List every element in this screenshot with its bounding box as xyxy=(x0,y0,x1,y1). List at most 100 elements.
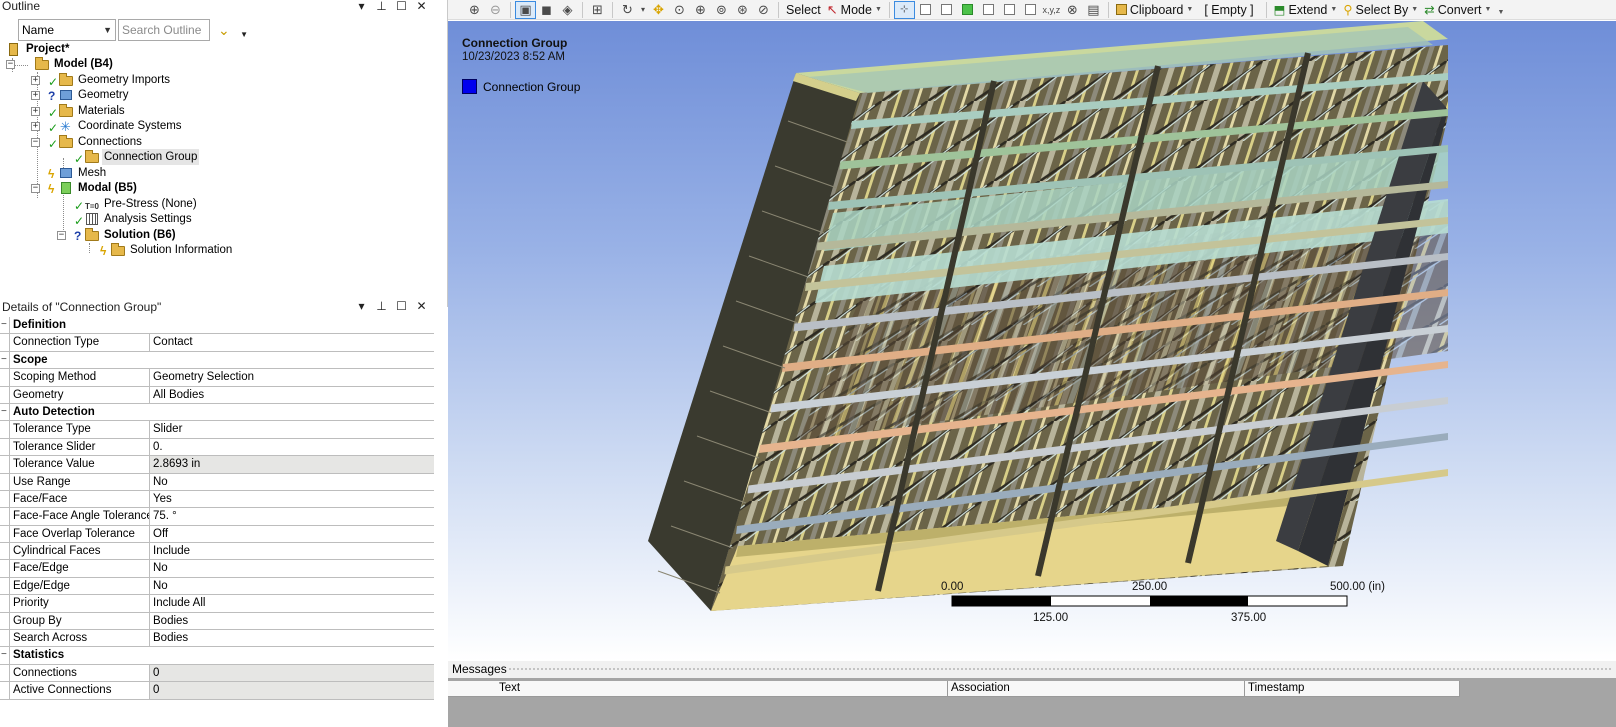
column-header-association[interactable]: Association xyxy=(948,681,1245,697)
filter-options-button[interactable]: ⌄ ▼ xyxy=(212,19,248,41)
details-property-row[interactable]: Face Overlap Tolerance Off xyxy=(0,525,434,544)
zoom-previous-icon[interactable]: ⊘ xyxy=(753,1,774,19)
zoom-fit-icon[interactable]: ⊚ xyxy=(711,1,732,19)
tree-item-model[interactable]: Model (B4) xyxy=(34,56,115,72)
tree-item-materials[interactable]: ✓ Materials xyxy=(48,103,127,120)
property-value[interactable]: 75. ° xyxy=(150,508,434,524)
select-face-icon[interactable] xyxy=(936,1,957,19)
collapse-icon[interactable]: − xyxy=(1,650,8,660)
select-mesh-element-icon[interactable] xyxy=(999,1,1020,19)
tree-item-solution[interactable]: ? Solution (B6) xyxy=(74,227,178,243)
tree-item-project[interactable]: Project* xyxy=(6,41,71,57)
details-property-row[interactable]: Edge/Edge No xyxy=(0,577,434,596)
details-property-row[interactable]: Search Across Bodies xyxy=(0,630,434,648)
property-value[interactable]: 0. xyxy=(150,439,434,455)
select-loop-icon[interactable]: ⊗ xyxy=(1062,1,1083,19)
maximize-icon[interactable]: ☐ xyxy=(396,300,407,313)
details-section-header[interactable]: − Definition xyxy=(0,317,434,335)
graphics-viewport[interactable]: Connection Group 10/23/2023 8:52 AM Conn… xyxy=(448,21,1616,661)
select-mesh-node-icon[interactable] xyxy=(978,1,999,19)
collapse-icon[interactable]: − xyxy=(31,138,40,147)
collapse-icon[interactable]: − xyxy=(1,354,8,364)
expand-icon[interactable]: + xyxy=(31,91,40,100)
collapse-icon[interactable]: − xyxy=(6,60,15,69)
details-property-row[interactable]: Connections 0 xyxy=(0,664,434,683)
select-edge-icon[interactable] xyxy=(915,1,936,19)
zoom-box-icon[interactable]: ⊖ xyxy=(485,1,506,19)
select-body-icon[interactable] xyxy=(957,1,978,19)
details-property-row[interactable]: Active Connections 0 xyxy=(0,682,434,700)
tree-item-coordinate-systems[interactable]: ✓ ✳ Coordinate Systems xyxy=(48,118,184,135)
details-section-header[interactable]: − Auto Detection xyxy=(0,403,434,422)
property-value[interactable]: No xyxy=(150,474,434,490)
shaded-view-icon[interactable]: ◼ xyxy=(536,1,557,19)
details-section-header[interactable]: − Statistics xyxy=(0,647,434,665)
details-property-row[interactable]: Tolerance Value 2.8693 in xyxy=(0,456,434,474)
zoom-in-icon[interactable]: ⊕ xyxy=(690,1,711,19)
property-value[interactable]: Off xyxy=(150,526,434,542)
model-3d-view[interactable] xyxy=(448,21,1616,661)
tree-item-mesh[interactable]: ϟ Mesh xyxy=(48,165,108,181)
wireframe-icon[interactable]: ◈ xyxy=(557,1,578,19)
display-mode-icon[interactable]: ⊞ xyxy=(587,1,608,19)
tree-item-connection-group[interactable]: ✓ Connection Group xyxy=(74,149,200,166)
solid-view-icon[interactable]: ▣ xyxy=(515,0,536,19)
zoom-out-icon[interactable]: ⊕ xyxy=(464,1,485,19)
pin-icon[interactable]: ⊥ xyxy=(376,300,387,313)
pin-icon[interactable]: ⊥ xyxy=(376,0,387,13)
property-value[interactable]: Yes xyxy=(150,491,434,507)
details-property-row[interactable]: Cylindrical Faces Include xyxy=(0,543,434,561)
extend-dropdown[interactable]: ⬒ Extend ▼ xyxy=(1271,2,1341,18)
expand-icon[interactable]: + xyxy=(31,107,40,116)
details-property-row[interactable]: Geometry All Bodies xyxy=(0,386,434,404)
expand-icon[interactable]: + xyxy=(31,122,40,131)
zoom-icon[interactable]: ⊙ xyxy=(669,1,690,19)
coordinate-select-icon[interactable]: x,y,z xyxy=(1041,1,1062,19)
select-button[interactable]: Select xyxy=(783,3,824,17)
tree-item-solution-information[interactable]: ϟ Solution Information xyxy=(100,242,234,258)
property-value[interactable]: All Bodies xyxy=(150,387,434,403)
property-value[interactable]: Contact xyxy=(150,334,434,350)
details-property-row[interactable]: Tolerance Type Slider xyxy=(0,421,434,439)
property-value[interactable]: No xyxy=(150,560,434,576)
select-annotation-icon[interactable]: ▤ xyxy=(1083,1,1104,19)
column-header-text[interactable]: Text xyxy=(496,681,948,697)
rotate-icon[interactable]: ↻ xyxy=(617,1,638,19)
details-property-row[interactable]: Group By Bodies xyxy=(0,612,434,631)
select-by-dropdown[interactable]: ⚲ Select By ▼ xyxy=(1340,2,1421,18)
property-value[interactable]: Geometry Selection xyxy=(150,369,434,385)
clipboard-dropdown[interactable]: Clipboard ▼ xyxy=(1113,3,1196,17)
details-property-row[interactable]: Face/Edge No xyxy=(0,560,434,578)
tree-item-analysis-settings[interactable]: ✓ Analysis Settings xyxy=(74,211,194,228)
mode-dropdown[interactable]: ↖ Mode ▼ xyxy=(824,2,885,18)
details-property-row[interactable]: Tolerance Slider 0. xyxy=(0,438,434,457)
panel-menu-icon[interactable]: ▾ xyxy=(356,0,367,13)
outline-filter-select[interactable]: Name ▼ xyxy=(18,19,116,41)
collapse-icon[interactable]: − xyxy=(31,184,40,193)
details-property-row[interactable]: Priority Include All xyxy=(0,595,434,613)
details-property-row[interactable]: Face/Face Yes xyxy=(0,490,434,509)
tree-item-geometry-imports[interactable]: ✓ Geometry Imports xyxy=(48,72,172,89)
pan-icon[interactable]: ✥ xyxy=(648,1,669,19)
column-header-timestamp[interactable]: Timestamp xyxy=(1245,681,1460,697)
property-value[interactable]: Slider xyxy=(150,421,434,437)
close-icon[interactable]: ✕ xyxy=(416,300,427,313)
property-value[interactable]: No xyxy=(150,578,434,594)
tree-item-connections[interactable]: ✓ Connections xyxy=(48,134,144,151)
zoom-extents-icon[interactable]: ⊛ xyxy=(732,1,753,19)
property-value[interactable]: Bodies xyxy=(150,630,434,646)
property-value[interactable]: Bodies xyxy=(150,613,434,629)
details-section-header[interactable]: − Scope xyxy=(0,351,434,370)
collapse-icon[interactable]: − xyxy=(1,406,8,416)
collapse-icon[interactable]: − xyxy=(1,320,8,330)
convert-dropdown[interactable]: ⇄ Convert ▼ xyxy=(1421,2,1494,18)
expand-icon[interactable]: + xyxy=(31,76,40,85)
close-icon[interactable]: ✕ xyxy=(416,0,427,13)
maximize-icon[interactable]: ☐ xyxy=(396,0,407,13)
details-property-row[interactable]: Connection Type Contact xyxy=(0,334,434,352)
tree-item-geometry[interactable]: ? Geometry xyxy=(48,87,131,103)
select-vertex-icon[interactable]: ⊹ xyxy=(893,0,915,19)
tree-item-modal[interactable]: ϟ Modal (B5) xyxy=(48,180,139,196)
outline-search-input[interactable] xyxy=(118,19,210,41)
toolbar-overflow-button[interactable]: ▼ xyxy=(1494,3,1507,16)
